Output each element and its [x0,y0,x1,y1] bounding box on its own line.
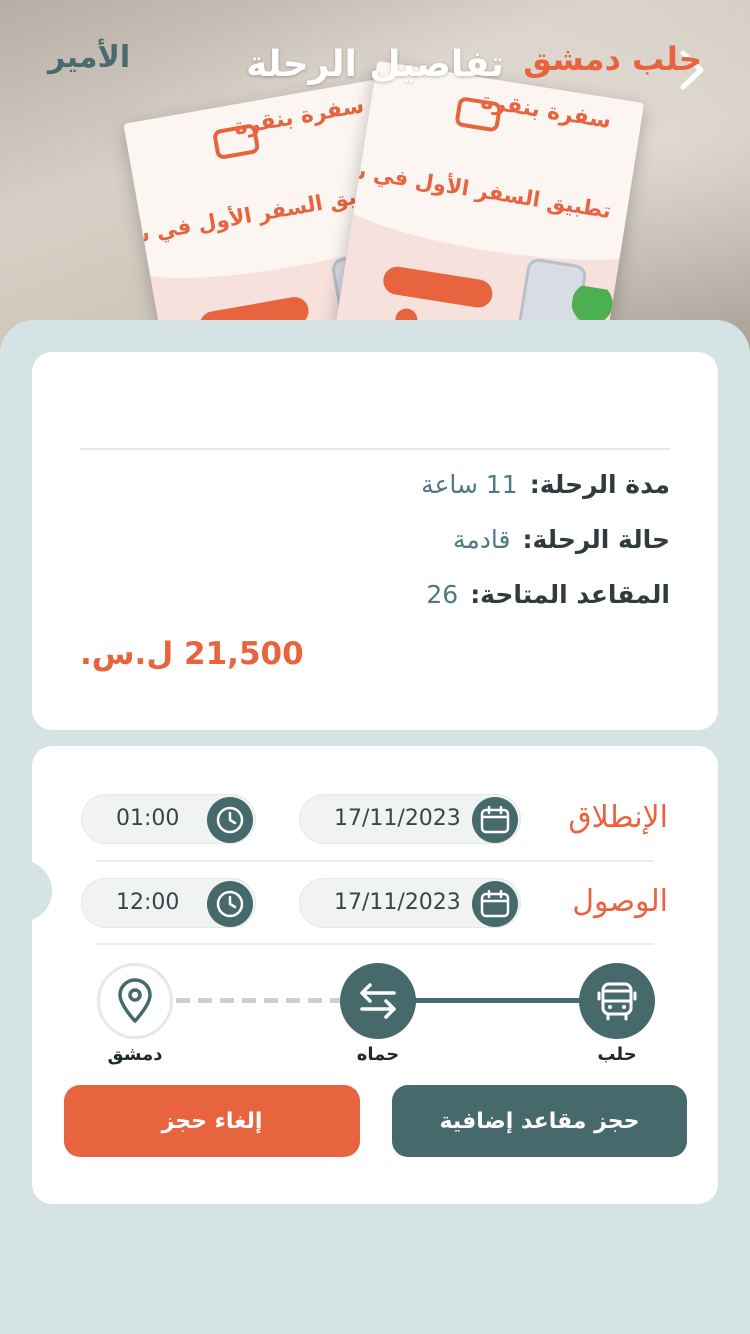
arrival-label: الوصول [572,884,668,919]
book-extra-seats-button[interactable]: حجز مقاعد إضافية [392,1085,687,1157]
promo-poster: سفرة بنقرة تطبيق السفر الأول في سوريا [325,60,645,360]
stop-name-transit: حماه [356,1044,400,1065]
seats-row: المقاعد المتاحة: 26 [426,580,670,609]
duration-value: 11 ساعة [421,470,518,499]
divider [96,860,654,862]
stop-origin [579,963,655,1039]
remaining-route-line [176,998,346,1003]
arrival-time: 12:00 [116,890,180,915]
arrival-time-field[interactable]: 12:00 [81,878,256,928]
cancel-booking-button[interactable]: إلغاء حجز [64,1085,360,1157]
calendar-icon [472,797,518,843]
calendar-icon [472,881,518,927]
trip-price: 21,500 ل.س. [80,636,304,672]
arrival-date-field[interactable]: 17/11/2023 [299,878,521,928]
departure-date-field[interactable]: 17/11/2023 [299,794,521,844]
status-row: حالة الرحلة: قادمة [453,525,670,554]
stop-name-destination: دمشق [107,1044,163,1065]
stop-name-origin: حلب [597,1044,637,1065]
stop-destination [97,963,173,1039]
divider [80,448,670,450]
clock-icon [207,797,253,843]
swap-arrows-icon [360,983,396,1019]
status-label: حالة الرحلة: [522,525,670,554]
stop-transit [340,963,416,1039]
trip-route: حلب دمشق [523,40,702,78]
poster-toggle [381,264,495,310]
completed-route-line [410,998,585,1003]
duration-label: مدة الرحلة: [529,470,670,499]
bus-icon [597,982,637,1021]
arrival-date: 17/11/2023 [334,890,461,915]
seats-label: المقاعد المتاحة: [470,580,670,609]
divider [96,943,654,945]
departure-date: 17/11/2023 [334,806,461,831]
departure-label: الإنطلاق [568,800,668,835]
status-value: قادمة [452,525,511,554]
bus-company: الأمير [48,40,131,75]
departure-time-field[interactable]: 01:00 [81,794,256,844]
seats-value: 26 [426,580,459,609]
clock-icon [207,881,253,927]
duration-row: مدة الرحلة: 11 ساعة [421,470,670,499]
location-pin-icon [118,978,152,1023]
departure-time: 01:00 [116,806,180,831]
